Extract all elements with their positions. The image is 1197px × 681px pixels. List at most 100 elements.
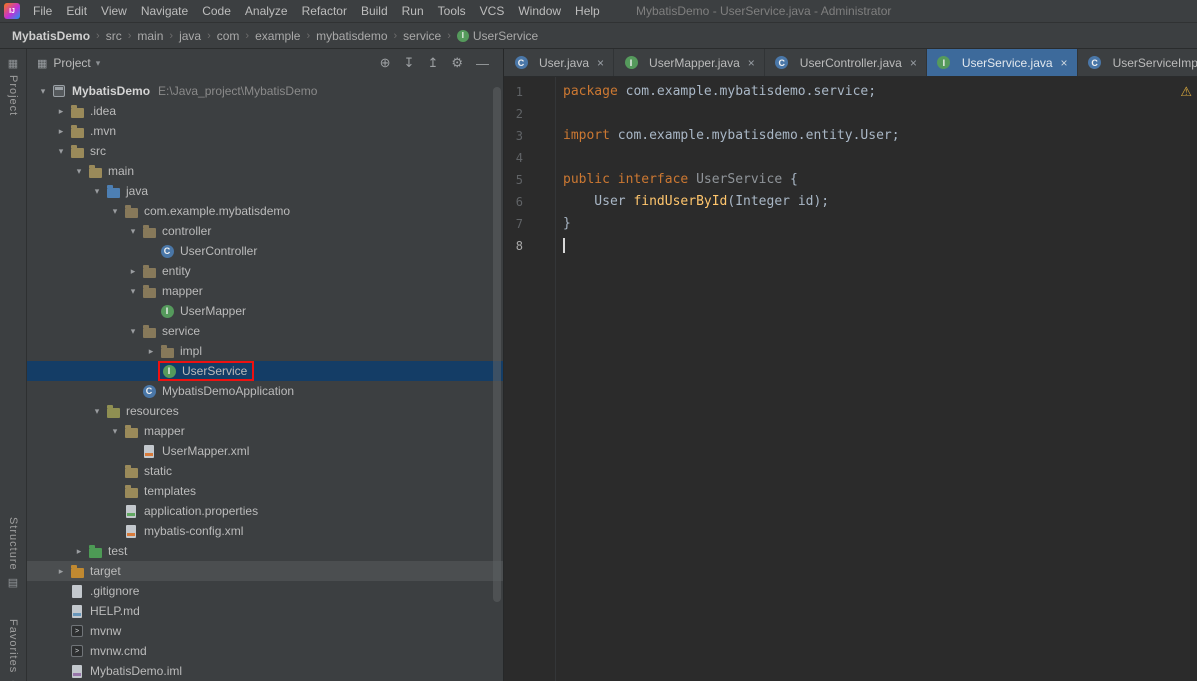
menu-tools[interactable]: Tools [431, 0, 473, 22]
code-line[interactable]: } [563, 213, 1197, 235]
menu-vcs[interactable]: VCS [473, 0, 512, 22]
tree-expand-arrow-icon[interactable]: ▸ [53, 126, 69, 137]
tree-item-mapper[interactable]: ▾mapper [27, 421, 503, 441]
breadcrumb-item-example[interactable]: example [253, 29, 302, 43]
tree-item-mybatisdemo-iml[interactable]: MybatisDemo.iml [27, 661, 503, 681]
close-tab-icon[interactable]: × [597, 56, 604, 70]
tree-item--idea[interactable]: ▸.idea [27, 101, 503, 121]
close-tab-icon[interactable]: × [1061, 56, 1068, 70]
collapse-all-icon[interactable]: ↥ [427, 55, 438, 71]
breadcrumb-item-main[interactable]: main [135, 29, 165, 43]
menu-file[interactable]: File [26, 0, 59, 22]
tree-item-resources[interactable]: ▾resources [27, 401, 503, 421]
tree-expand-arrow-icon[interactable]: ▸ [125, 266, 141, 277]
line-number[interactable]: 8 [504, 235, 555, 257]
code-line[interactable]: package com.example.mybatisdemo.service; [563, 81, 1197, 103]
tab-user-java[interactable]: CUser.java× [504, 49, 614, 76]
tree-item-usercontroller[interactable]: CUserController [27, 241, 503, 261]
tree-collapse-arrow-icon[interactable]: ▾ [89, 186, 105, 197]
tree-collapse-arrow-icon[interactable]: ▾ [107, 206, 123, 217]
project-scrollbar[interactable] [493, 87, 501, 602]
code-line[interactable]: public interface UserService { [563, 169, 1197, 191]
tool-button-structure[interactable]: Structure ▤ [0, 517, 26, 589]
menu-edit[interactable]: Edit [59, 0, 94, 22]
warning-indicator-icon[interactable]: ⚠ [1180, 84, 1192, 100]
tree-collapse-arrow-icon[interactable]: ▾ [71, 166, 87, 177]
breadcrumb-item-com[interactable]: com [215, 29, 242, 43]
tree-collapse-arrow-icon[interactable]: ▾ [107, 426, 123, 437]
menu-code[interactable]: Code [195, 0, 238, 22]
code-line[interactable] [563, 103, 1197, 125]
tree-item-mvnw[interactable]: >mvnw [27, 621, 503, 641]
tree-item-application-properties[interactable]: application.properties [27, 501, 503, 521]
project-panel-title[interactable]: Project [53, 56, 90, 70]
tab-usermapper-java[interactable]: IUserMapper.java× [614, 49, 765, 76]
tree-item-static[interactable]: static [27, 461, 503, 481]
chevron-down-icon[interactable]: ▾ [96, 58, 101, 69]
tree-collapse-arrow-icon[interactable]: ▾ [53, 146, 69, 157]
tree-item-mybatisdemo[interactable]: ▾MybatisDemoE:\Java_project\MybatisDemo [27, 81, 503, 101]
settings-icon[interactable]: ⚙ [451, 55, 463, 71]
menu-run[interactable]: Run [395, 0, 431, 22]
line-number[interactable]: 5 [504, 169, 555, 191]
tree-collapse-arrow-icon[interactable]: ▾ [125, 286, 141, 297]
menu-build[interactable]: Build [354, 0, 395, 22]
line-number[interactable]: 7 [504, 213, 555, 235]
tree-item-entity[interactable]: ▸entity [27, 261, 503, 281]
code-line[interactable]: import com.example.mybatisdemo.entity.Us… [563, 125, 1197, 147]
tool-button-project[interactable]: ▦ Project [0, 57, 26, 116]
breadcrumb-item-src[interactable]: src [104, 29, 124, 43]
expand-all-icon[interactable]: ↧ [404, 55, 415, 71]
tab-usercontroller-java[interactable]: CUserController.java× [765, 49, 927, 76]
tree-item-controller[interactable]: ▾controller [27, 221, 503, 241]
line-number[interactable]: 4 [504, 147, 555, 169]
tree-expand-arrow-icon[interactable]: ▸ [143, 346, 159, 357]
tree-collapse-arrow-icon[interactable]: ▾ [125, 326, 141, 337]
line-number[interactable]: 1 [504, 81, 555, 103]
tree-expand-arrow-icon[interactable]: ▸ [53, 566, 69, 577]
tree-item-usermapper-xml[interactable]: UserMapper.xml [27, 441, 503, 461]
tree-expand-arrow-icon[interactable]: ▸ [53, 106, 69, 117]
tree-item-mapper[interactable]: ▾mapper [27, 281, 503, 301]
breadcrumb-item-userservice[interactable]: IUserService [455, 29, 540, 43]
tree-item-impl[interactable]: ▸impl [27, 341, 503, 361]
tree-item-main[interactable]: ▾main [27, 161, 503, 181]
tree-item--mvn[interactable]: ▸.mvn [27, 121, 503, 141]
close-tab-icon[interactable]: × [910, 56, 917, 70]
editor-body[interactable]: 12345678 package com.example.mybatisdemo… [504, 77, 1197, 681]
menu-refactor[interactable]: Refactor [295, 0, 354, 22]
tree-item-userservice[interactable]: IUserService [27, 361, 503, 381]
tree-item-com-example-mybatisdemo[interactable]: ▾com.example.mybatisdemo [27, 201, 503, 221]
breadcrumb-item-java[interactable]: java [177, 29, 203, 43]
hide-icon[interactable]: — [476, 56, 489, 71]
tree-item-test[interactable]: ▸test [27, 541, 503, 561]
line-number[interactable]: 2 [504, 103, 555, 125]
line-number[interactable]: 3 [504, 125, 555, 147]
menu-window[interactable]: Window [511, 0, 568, 22]
tree-item--gitignore[interactable]: .gitignore [27, 581, 503, 601]
tree-item-target[interactable]: ▸target [27, 561, 503, 581]
locate-icon[interactable]: ⊕ [380, 55, 391, 71]
tree-item-java[interactable]: ▾java [27, 181, 503, 201]
tree-collapse-arrow-icon[interactable]: ▾ [89, 406, 105, 417]
menu-help[interactable]: Help [568, 0, 607, 22]
code-line[interactable]: User findUserById(Integer id); [563, 191, 1197, 213]
line-number[interactable]: 6 [504, 191, 555, 213]
editor-gutter[interactable]: 12345678 [504, 77, 556, 681]
tree-item-usermapper[interactable]: IUserMapper [27, 301, 503, 321]
code-line[interactable] [563, 147, 1197, 169]
tree-expand-arrow-icon[interactable]: ▸ [71, 546, 87, 557]
tab-userserviceimpl-ja[interactable]: CUserServiceImpl.ja [1078, 49, 1197, 76]
code-area[interactable]: package com.example.mybatisdemo.service;… [556, 77, 1197, 681]
tree-item-mybatisdemoapplication[interactable]: CMybatisDemoApplication [27, 381, 503, 401]
menu-navigate[interactable]: Navigate [134, 0, 195, 22]
close-tab-icon[interactable]: × [748, 56, 755, 70]
code-line[interactable] [563, 235, 1197, 257]
tree-item-mvnw-cmd[interactable]: >mvnw.cmd [27, 641, 503, 661]
tool-button-favorites[interactable]: Favorites ★ [0, 619, 26, 681]
breadcrumb-item-mybatisdemo[interactable]: mybatisdemo [314, 29, 389, 43]
menu-analyze[interactable]: Analyze [238, 0, 295, 22]
breadcrumb-item-service[interactable]: service [401, 29, 443, 43]
breadcrumb-item-mybatisdemo[interactable]: MybatisDemo [10, 29, 92, 43]
tree-item-service[interactable]: ▾service [27, 321, 503, 341]
